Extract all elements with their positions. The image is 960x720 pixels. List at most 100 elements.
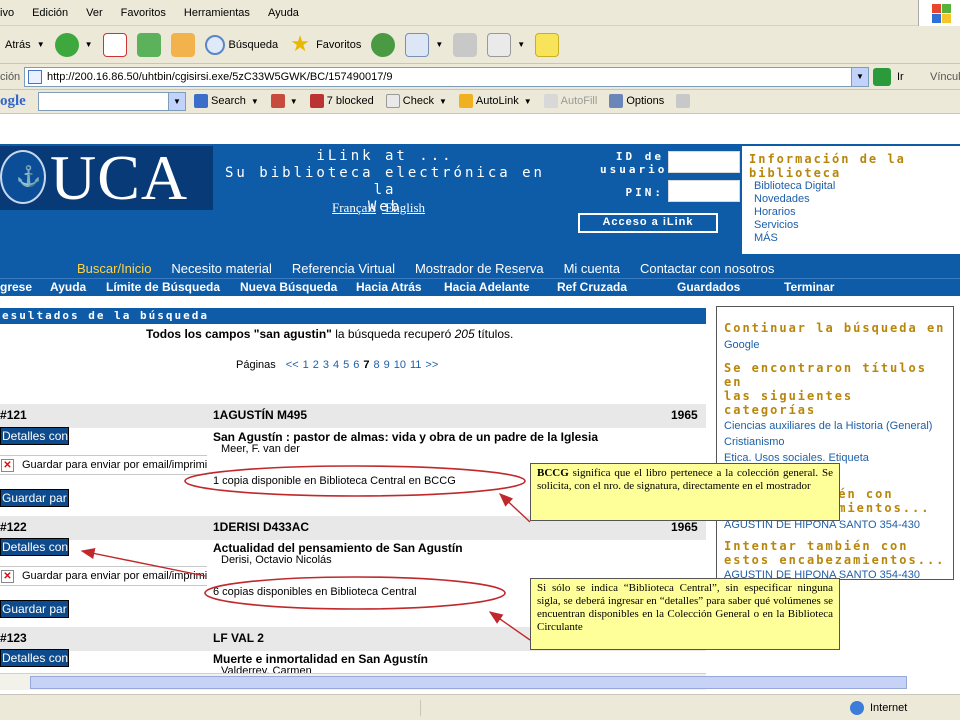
search-sidebar: Continuar la búsqueda en Google Se encon…	[716, 306, 954, 581]
edit-button[interactable]: ▼	[484, 30, 528, 60]
spell-check-button[interactable]: Check ▼	[385, 94, 447, 108]
scroll-thumb[interactable]	[30, 676, 907, 689]
note-button[interactable]	[532, 30, 562, 60]
stop-button[interactable]	[100, 30, 130, 60]
print-button[interactable]	[450, 30, 480, 60]
nav-contactar[interactable]: Contactar con nosotros	[640, 261, 774, 276]
access-ilink-button[interactable]: Acceso a iLink	[578, 213, 718, 233]
result-title[interactable]: Actualidad del pensamiento de San Agustí…	[213, 541, 463, 555]
close-icon[interactable]: ✕	[1, 459, 14, 472]
address-label: ción	[0, 70, 21, 83]
google-search-button[interactable]: Search ▼	[194, 94, 259, 108]
email-save-row[interactable]: ✕ Guardar para enviar por email/imprimir	[0, 455, 207, 475]
info-link-servicios[interactable]: Servicios	[749, 219, 960, 232]
nav-regrese[interactable]: grese	[0, 280, 32, 294]
pencil-button[interactable]	[676, 94, 691, 108]
google-link[interactable]: Google	[724, 339, 953, 352]
details-button[interactable]: Detalles con	[0, 538, 69, 556]
info-link-mas[interactable]: MÁS	[749, 232, 960, 245]
nav-guardados[interactable]: Guardados	[677, 280, 740, 294]
save-button[interactable]: Guardar par	[0, 489, 69, 507]
close-icon[interactable]: ✕	[1, 570, 14, 583]
uca-logo[interactable]: UCA	[0, 146, 213, 210]
menu-edicion[interactable]: Edición	[23, 7, 77, 19]
email-save-row[interactable]: ✕ Guardar para enviar por email/imprimir	[0, 566, 207, 586]
nav-ref-cruzada[interactable]: Ref Cruzada	[557, 280, 627, 294]
refresh-button[interactable]	[134, 30, 164, 60]
menu-herramientas[interactable]: Herramientas	[175, 7, 259, 19]
page-10[interactable]: 10	[394, 359, 406, 371]
printer-icon	[453, 32, 478, 57]
chevron-down-icon[interactable]: ▼	[85, 40, 93, 49]
nav-limite-busqueda[interactable]: Límite de Búsqueda	[106, 280, 220, 294]
chevron-down-icon[interactable]: ▼	[517, 40, 525, 49]
result-title[interactable]: San Agustín : pastor de almas: vida y ob…	[213, 430, 598, 444]
mail-button[interactable]: ▼	[402, 30, 446, 60]
nav-mi-cuenta[interactable]: Mi cuenta	[564, 261, 620, 276]
nav-ayuda[interactable]: Ayuda	[50, 280, 86, 294]
horizontal-scrollbar[interactable]	[0, 673, 907, 690]
back-button[interactable]: Atrás ▼	[2, 30, 48, 60]
user-id-input[interactable]	[668, 151, 740, 173]
google-logo[interactable]: ogle	[0, 93, 38, 110]
history-button[interactable]	[368, 30, 398, 60]
page-11[interactable]: 11	[410, 359, 421, 371]
autolink-button[interactable]: AutoLink ▼	[458, 94, 532, 108]
nav-hacia-adelante[interactable]: Hacia Adelante	[444, 280, 530, 294]
links-label[interactable]: Víncul	[930, 71, 960, 83]
page-2[interactable]: 2	[313, 359, 319, 371]
page-1[interactable]: 1	[303, 359, 309, 371]
page-first[interactable]: <<	[286, 359, 299, 371]
chevron-down-icon[interactable]: ▼	[168, 93, 185, 110]
save-button[interactable]: Guardar par	[0, 600, 69, 618]
menu-ayuda[interactable]: Ayuda	[259, 7, 308, 19]
nav-nueva-busqueda[interactable]: Nueva Búsqueda	[240, 280, 337, 294]
lang-french-link[interactable]: Français	[332, 200, 376, 215]
home-button[interactable]	[168, 30, 198, 60]
pin-input[interactable]	[668, 180, 740, 202]
nav-necesito-material[interactable]: Necesito material	[171, 261, 271, 276]
go-button[interactable]: Ir	[873, 68, 904, 86]
forward-button[interactable]: ▼	[52, 30, 96, 60]
page-last[interactable]: >>	[425, 359, 438, 371]
info-link-horarios[interactable]: Horarios	[749, 206, 960, 219]
news-button[interactable]: ▼	[270, 94, 298, 108]
windows-logo-icon	[918, 0, 960, 26]
nav-terminar[interactable]: Terminar	[784, 280, 834, 294]
note-icon	[535, 32, 560, 57]
category-link[interactable]: Cristianismo	[724, 436, 953, 449]
result-title[interactable]: Muerte e inmortalidad en San Agustín	[213, 652, 428, 666]
chevron-down-icon[interactable]: ▼	[37, 40, 45, 49]
page-8[interactable]: 8	[374, 359, 380, 371]
menu-favoritos[interactable]: Favoritos	[112, 7, 175, 19]
info-link-novedades[interactable]: Novedades	[749, 193, 960, 206]
info-link-digital[interactable]: Biblioteca Digital	[749, 180, 960, 193]
chevron-down-icon[interactable]: ▼	[435, 40, 443, 49]
nav-hacia-atras[interactable]: Hacia Atrás	[356, 280, 422, 294]
lang-english-link[interactable]: English	[385, 200, 425, 215]
page-9[interactable]: 9	[384, 359, 390, 371]
menu-ver[interactable]: Ver	[77, 7, 112, 19]
nav-referencia-virtual[interactable]: Referencia Virtual	[292, 261, 395, 276]
options-button[interactable]: Options	[609, 94, 664, 108]
nav-mostrador-reserva[interactable]: Mostrador de Reserva	[415, 261, 544, 276]
page-3[interactable]: 3	[323, 359, 329, 371]
continue-title: Continuar la búsqueda en	[724, 321, 946, 335]
url-input[interactable]: http://200.16.86.50/uhtbin/cgisirsi.exe/…	[24, 67, 869, 87]
google-search-input[interactable]: ▼	[38, 92, 186, 111]
details-button[interactable]: Detalles con	[0, 649, 69, 667]
menu-bar: ivo Edición Ver Favoritos Herramientas A…	[0, 0, 960, 26]
chevron-down-icon[interactable]: ▼	[851, 68, 868, 86]
category-link[interactable]: Ciencias auxiliares de la Historia (Gene…	[724, 420, 953, 433]
autofill-button[interactable]: AutoFill	[543, 94, 597, 108]
favorites-button[interactable]: ★ Favoritos	[285, 30, 364, 60]
menu-archivo[interactable]: ivo	[0, 7, 23, 19]
details-button[interactable]: Detalles con	[0, 427, 69, 445]
pagination: Páginas << 1 2 3 4 5 6 7 8 9 10 11 >>	[236, 359, 438, 371]
page-6[interactable]: 6	[353, 359, 359, 371]
page-5[interactable]: 5	[343, 359, 349, 371]
search-button[interactable]: Búsqueda	[202, 30, 282, 60]
popup-blocker-button[interactable]: 7 blocked	[309, 94, 374, 108]
nav-buscar-inicio[interactable]: Buscar/Inicio	[77, 261, 151, 276]
page-4[interactable]: 4	[333, 359, 339, 371]
